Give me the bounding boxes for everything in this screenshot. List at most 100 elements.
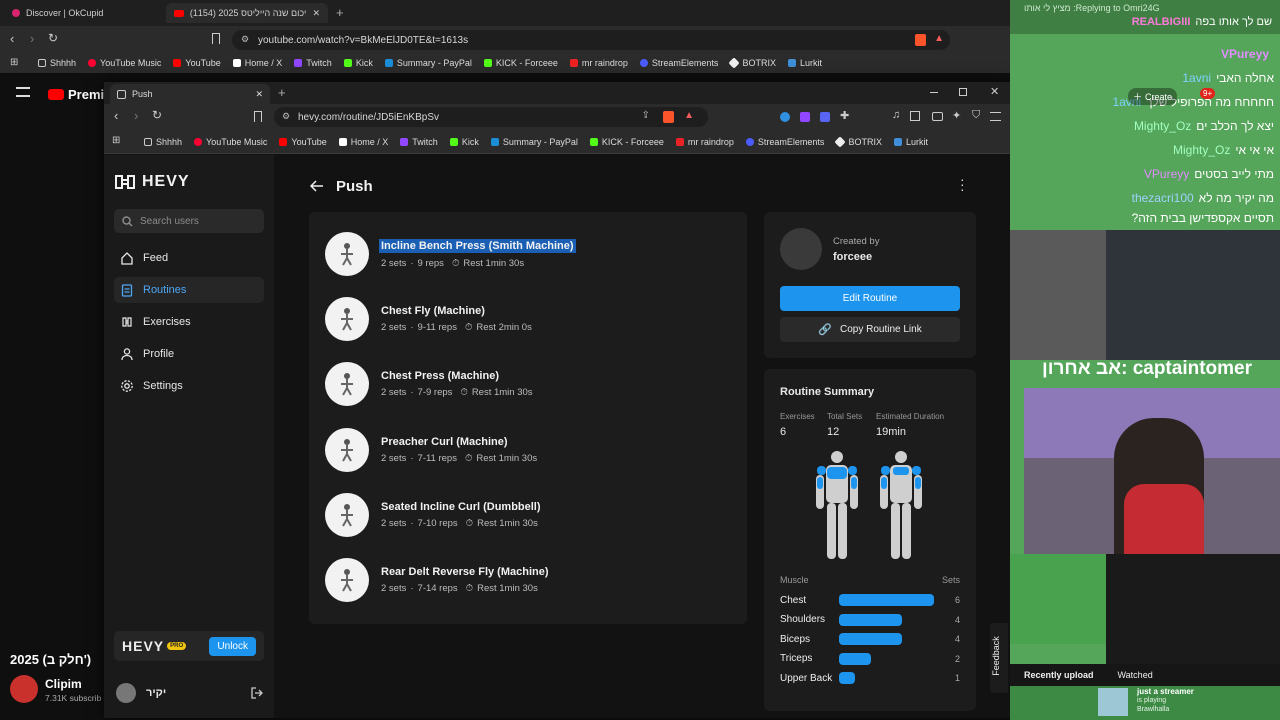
more-options-icon[interactable]: · · · xyxy=(960,172,965,196)
exercise-item[interactable]: Chest Fly (Machine) 2 sets · 9-11 reps ⏱ Res… xyxy=(325,295,532,343)
unlock-button[interactable]: Unlock xyxy=(209,636,256,656)
exercise-item[interactable]: Chest Press (Machine) 2 sets · 7-9 reps ⏱ Re… xyxy=(325,360,533,408)
bookmark-x[interactable]: Home / X xyxy=(338,137,388,147)
bookmark-twitch[interactable]: Twitch xyxy=(294,58,332,68)
site-info-icon[interactable]: ⚙ xyxy=(282,111,290,122)
creator-name[interactable]: forceee xyxy=(833,251,872,263)
search-users-field[interactable]: Search users xyxy=(114,209,264,233)
bookmark-streamelements[interactable]: StreamElements xyxy=(639,58,718,68)
back-url-field[interactable]: ⚙ youtube.com/watch?v=BkMeElJD0TE&t=1613… xyxy=(232,30,950,50)
channel-avatar[interactable] xyxy=(10,675,38,703)
reload-icon[interactable]: ↻ xyxy=(152,108,162,122)
nav-routines[interactable]: Routines xyxy=(114,277,264,303)
puzzle-icon[interactable]: ✚ xyxy=(840,109,849,122)
maximize-icon[interactable] xyxy=(959,88,967,96)
bookmark-youtube-music[interactable]: YouTube Music xyxy=(194,137,267,147)
apps-grid-icon[interactable]: ⊞ xyxy=(10,57,18,68)
extension-icon-3[interactable] xyxy=(820,112,830,122)
bookmark-youtube-music[interactable]: YouTube Music xyxy=(88,58,161,68)
bookmark-youtube[interactable]: YouTube xyxy=(279,137,327,147)
feedback-tab[interactable]: Feedback xyxy=(990,623,1008,693)
menu-icon[interactable] xyxy=(990,112,1001,121)
close-icon[interactable]: ✕ xyxy=(312,8,320,19)
bookmark-paypal[interactable]: Summary - PayPal xyxy=(490,137,578,147)
exercise-item[interactable]: Seated Incline Curl (Dumbbell) 2 sets · 7-… xyxy=(325,491,541,539)
bookmark-paypal[interactable]: Summary - PayPal xyxy=(384,58,472,68)
bookmark-shhhh[interactable]: Shhhh xyxy=(144,137,182,147)
back-arrow-icon[interactable]: ‹ xyxy=(10,31,14,46)
front-url-field[interactable]: ⚙ hevy.com/routine/JD5iEnKBpSv ⇪ ▲ xyxy=(274,107,708,127)
creator-avatar[interactable] xyxy=(780,228,822,270)
back-tab-youtube[interactable]: (1154) סיכום שנה הייליטס 2025 ✕ xyxy=(166,3,328,23)
apps-grid-icon[interactable]: ⊞ xyxy=(112,135,120,146)
site-info-icon[interactable]: ⚙ xyxy=(241,34,249,45)
nav-feed[interactable]: Feed xyxy=(114,245,264,271)
bookmark-icon[interactable] xyxy=(254,111,262,122)
hevy-logo[interactable]: HEVY xyxy=(114,173,190,191)
close-icon[interactable]: ✕ xyxy=(255,89,263,100)
bookmark-kick-forceee[interactable]: KICK - Forceee xyxy=(589,137,664,147)
create-button[interactable]: ＋ Create xyxy=(1128,88,1178,105)
tab-push[interactable]: Push ✕ xyxy=(110,84,270,104)
window-close-icon[interactable]: ✕ xyxy=(990,85,999,98)
bookmark-kick[interactable]: Kick xyxy=(343,58,373,68)
brave-rewards-icon[interactable]: ▲ xyxy=(934,33,944,44)
stat-exercises: Exercises 6 xyxy=(780,412,815,438)
new-tab-icon[interactable]: + xyxy=(278,85,286,100)
back-tab-strip: Discover | OkCupid (1154) סיכום שנה הייל… xyxy=(0,0,1010,26)
vpn-icon[interactable]: ⛉ xyxy=(972,109,980,122)
bookmark-lurkit[interactable]: Lurkit xyxy=(893,137,928,147)
bookmark-mr-raindrop[interactable]: mr raindrop xyxy=(675,137,734,147)
logout-icon[interactable] xyxy=(250,686,264,700)
bookmark-streamelements[interactable]: StreamElements xyxy=(745,137,824,147)
nav-exercises[interactable]: Exercises xyxy=(114,309,264,335)
exercise-item[interactable]: Preacher Curl (Machine) 2 sets · 7-11 reps… xyxy=(325,426,537,474)
muscle-column-header: Muscle xyxy=(780,575,809,585)
bookmark-shhhh[interactable]: Shhhh xyxy=(38,58,76,68)
minimize-icon[interactable] xyxy=(930,92,938,93)
avatar[interactable] xyxy=(116,683,136,703)
back-arrow-icon[interactable] xyxy=(310,180,324,192)
exercise-item[interactable]: Rear Delt Reverse Fly (Machine) 2 sets · 7… xyxy=(325,556,549,604)
extension-icon-1[interactable] xyxy=(780,112,790,122)
menu-icon[interactable] xyxy=(16,87,30,97)
bookmark-x[interactable]: Home / X xyxy=(232,58,282,68)
new-tab-icon[interactable]: + xyxy=(336,5,344,20)
reply-header: Replying to Omri24G: מציץ לי אותו xyxy=(1024,3,1160,13)
channel-name[interactable]: Clipim xyxy=(45,677,82,691)
brave-shield-icon[interactable] xyxy=(663,111,674,123)
bookmark-lurkit[interactable]: Lurkit xyxy=(787,58,822,68)
forward-arrow-icon[interactable]: › xyxy=(134,108,138,123)
bookmark-botrix[interactable]: BOTRIX xyxy=(834,135,882,148)
bookmark-twitch[interactable]: Twitch xyxy=(400,137,438,147)
edit-routine-button[interactable]: Edit Routine xyxy=(780,286,960,311)
brave-rewards-icon[interactable]: ▲ xyxy=(684,110,694,121)
nav-settings[interactable]: Settings xyxy=(114,373,264,399)
bookmark-kick[interactable]: Kick xyxy=(449,137,479,147)
forward-arrow-icon[interactable]: › xyxy=(30,31,34,46)
chat-message: מה יקיר מה לא thezacri100 xyxy=(1131,191,1274,205)
sidebar-icon[interactable] xyxy=(910,111,920,121)
wallet-icon[interactable] xyxy=(932,112,943,121)
back-tab-okcupid[interactable]: Discover | OkCupid xyxy=(4,3,164,23)
media-icon[interactable]: ♫ xyxy=(892,109,900,121)
brave-shield-icon[interactable] xyxy=(915,34,926,46)
bookmark-mr-raindrop[interactable]: mr raindrop xyxy=(569,58,628,68)
bookmark-icon[interactable] xyxy=(212,33,220,44)
leo-icon[interactable]: ✦ xyxy=(952,109,961,122)
back-arrow-icon[interactable]: ‹ xyxy=(114,108,118,123)
exercise-item[interactable]: Incline Bench Press (Smith Machine) 2 se… xyxy=(325,230,576,278)
copy-routine-link-button[interactable]: 🔗 Copy Routine Link xyxy=(780,317,960,342)
share-icon[interactable]: ⇪ xyxy=(642,110,650,121)
muscle-sets-count: 6 xyxy=(954,595,960,605)
notification-badge[interactable]: 9+ xyxy=(1200,88,1216,99)
reload-icon[interactable]: ↻ xyxy=(48,31,58,45)
bookmark-youtube[interactable]: YouTube xyxy=(173,58,221,68)
youtube-logo[interactable]: Premi xyxy=(48,87,104,102)
bookmark-botrix[interactable]: BOTRIX xyxy=(728,57,776,69)
bookmark-kick-forceee[interactable]: KICK - Forceee xyxy=(483,58,558,68)
watched-tab[interactable]: Watched xyxy=(1118,670,1153,680)
nav-profile[interactable]: Profile xyxy=(114,341,264,367)
extension-icon-2[interactable] xyxy=(800,112,810,122)
recently-uploaded-tab[interactable]: Recently upload xyxy=(1024,670,1094,680)
